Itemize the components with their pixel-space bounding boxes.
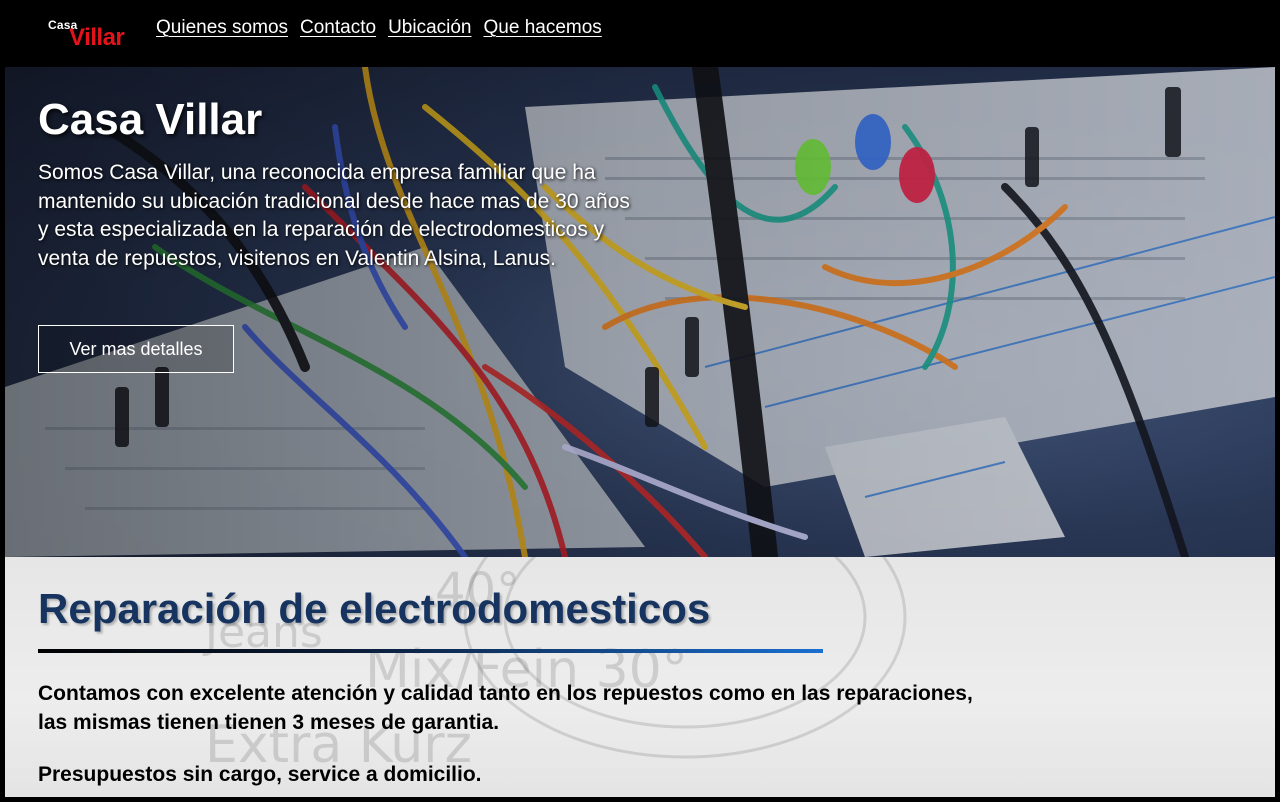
section-title: Reparación de electrodomesticos: [38, 585, 711, 632]
hero-title: Casa Villar: [38, 95, 263, 144]
main-nav: Quienes somos Contacto Ubicación Que hac…: [156, 16, 602, 40]
section-paragraph-warranty: Contamos con excelente atención y calida…: [38, 682, 973, 734]
nav-link-ubicacion[interactable]: Ubicación: [388, 16, 471, 40]
services-section: 40° Jeans Mix/Fein 30° Extra Kurz Repara…: [5, 557, 1275, 797]
ver-mas-detalles-button[interactable]: Ver mas detalles: [38, 325, 234, 373]
nav-link-quienes-somos[interactable]: Quienes somos: [156, 16, 288, 40]
section-paragraph-service: Presupuestos sin cargo, service a domici…: [38, 763, 482, 786]
hero-banner: Casa Villar Somos Casa Villar, una recon…: [5, 67, 1275, 557]
top-navbar: Casa Villar Quienes somos Contacto Ubica…: [0, 0, 1280, 67]
section-title-underline: [38, 649, 823, 653]
nav-link-que-hacemos[interactable]: Que hacemos: [484, 16, 602, 40]
hero-description: Somos Casa Villar, una reconocida empres…: [38, 161, 630, 270]
casa-villar-logo[interactable]: Casa Villar: [46, 16, 138, 52]
nav-link-contacto[interactable]: Contacto: [300, 16, 376, 40]
logo-villar-text: Villar: [69, 24, 125, 51]
